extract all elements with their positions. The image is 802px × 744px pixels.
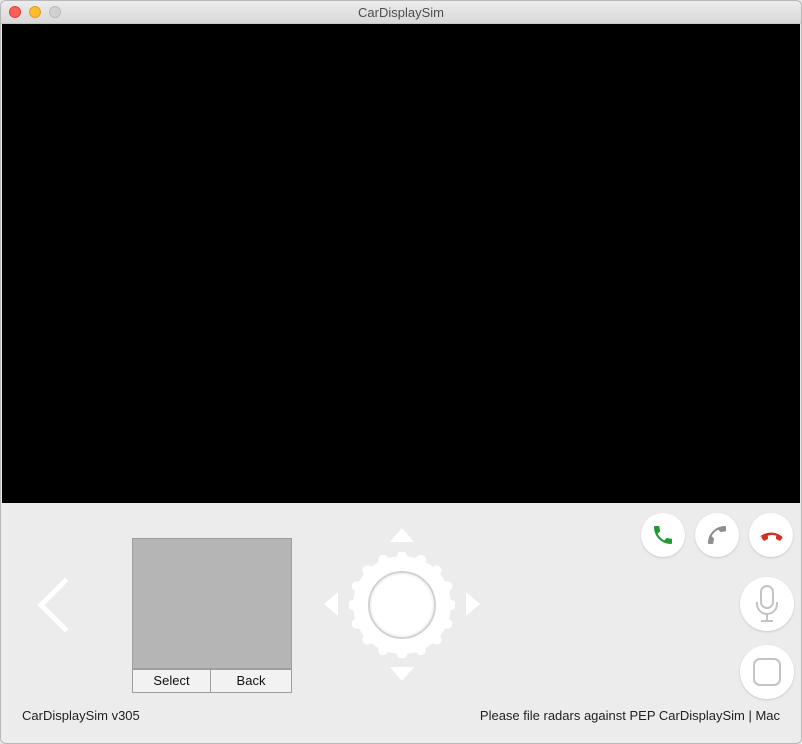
dpad-down-arrow-icon[interactable] xyxy=(389,666,415,682)
dpad-right-arrow-icon[interactable] xyxy=(465,591,481,617)
touchpad-select-button[interactable]: Select xyxy=(132,669,211,693)
dpad-up-arrow-icon[interactable] xyxy=(389,527,415,543)
car-display-screen[interactable] xyxy=(2,24,800,503)
rotary-knob[interactable] xyxy=(349,552,455,658)
touchpad[interactable] xyxy=(132,538,292,669)
control-panel: Select Back CarDisplaySim v305 Please fi… xyxy=(1,503,801,743)
microphone-icon xyxy=(756,585,778,622)
home-button[interactable] xyxy=(740,645,794,699)
window-title: CarDisplaySim xyxy=(358,5,444,20)
radar-note-label: Please file radars against PEP CarDispla… xyxy=(479,708,780,723)
call-accept-button[interactable] xyxy=(641,513,685,557)
call-dial-button[interactable] xyxy=(695,513,739,557)
call-end-button[interactable] xyxy=(749,513,793,557)
app-window: CarDisplaySim Select Back CarDisplaySim … xyxy=(0,0,802,744)
version-label: CarDisplaySim v305 xyxy=(22,708,140,723)
phone-hangup-icon xyxy=(760,532,783,541)
back-chevron-icon[interactable] xyxy=(33,577,73,633)
title-bar: CarDisplaySim xyxy=(1,1,801,24)
phone-icon xyxy=(708,526,726,544)
touchpad-back-button[interactable]: Back xyxy=(211,669,292,693)
dpad-left-arrow-icon[interactable] xyxy=(323,591,339,617)
phone-accept-icon xyxy=(654,526,672,544)
voice-button[interactable] xyxy=(740,577,794,631)
home-square-icon xyxy=(753,658,781,686)
